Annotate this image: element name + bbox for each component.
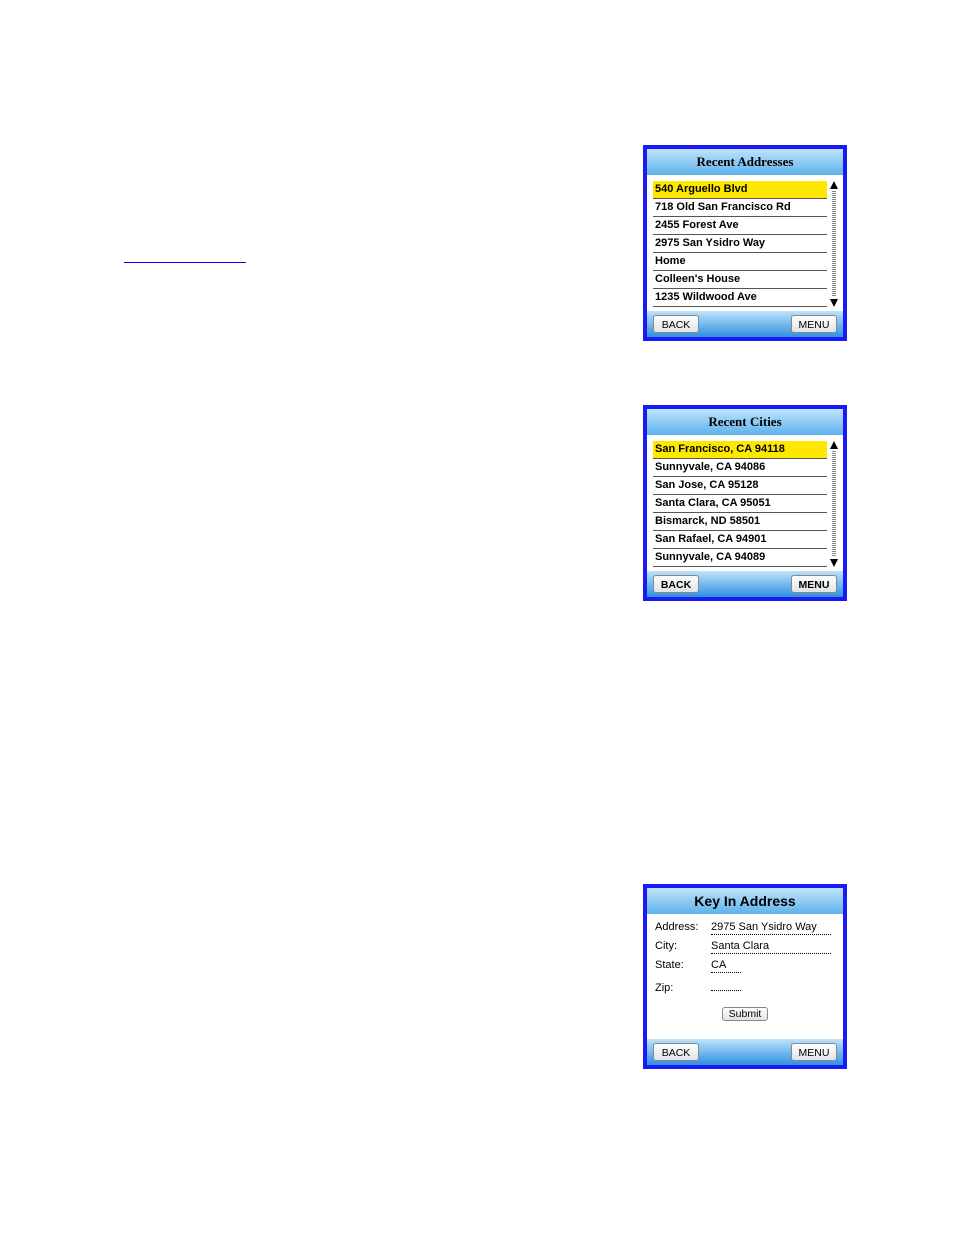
- scroll-up-icon[interactable]: [830, 441, 838, 449]
- list-item[interactable]: Sunnyvale, CA 94086: [653, 459, 827, 477]
- list-item[interactable]: 2975 San Ysidro Way: [653, 235, 827, 253]
- list-item[interactable]: San Francisco, CA 94118: [653, 441, 827, 459]
- list-item[interactable]: 2455 Forest Ave: [653, 217, 827, 235]
- scrollbar[interactable]: [829, 441, 839, 567]
- scroll-down-icon[interactable]: [830, 299, 838, 307]
- zip-label: Zip:: [655, 982, 705, 994]
- city-field[interactable]: Santa Clara: [711, 939, 831, 954]
- scroll-track[interactable]: [832, 451, 836, 557]
- list-item[interactable]: 718 Old San Francisco Rd: [653, 199, 827, 217]
- list-item[interactable]: 540 Arguello Blvd: [653, 181, 827, 199]
- recent-addresses-list: 540 Arguello Blvd 718 Old San Francisco …: [653, 181, 827, 307]
- recent-cities-panel: Recent Cities San Francisco, CA 94118 Su…: [643, 405, 847, 601]
- list-item[interactable]: San Rafael, CA 94901: [653, 531, 827, 549]
- list-item[interactable]: Bismarck, ND 58501: [653, 513, 827, 531]
- scroll-down-icon[interactable]: [830, 559, 838, 567]
- back-button[interactable]: BACK: [653, 315, 699, 333]
- list-item[interactable]: 1235 Wildwood Ave: [653, 289, 827, 307]
- key-in-address-panel: Key In Address Address: 2975 San Ysidro …: [643, 884, 847, 1069]
- state-label: State:: [655, 959, 705, 971]
- list-item[interactable]: Colleen's House: [653, 271, 827, 289]
- recent-addresses-title: Recent Addresses: [647, 149, 843, 175]
- list-item[interactable]: Home: [653, 253, 827, 271]
- scrollbar[interactable]: [829, 181, 839, 307]
- list-item[interactable]: Sunnyvale, CA 94089: [653, 549, 827, 567]
- list-item[interactable]: San Jose, CA 95128: [653, 477, 827, 495]
- back-button[interactable]: BACK: [653, 1043, 699, 1061]
- city-label: City:: [655, 940, 705, 952]
- key-in-address-title: Key In Address: [647, 888, 843, 914]
- address-field[interactable]: 2975 San Ysidro Way: [711, 920, 831, 935]
- submit-button[interactable]: Submit: [722, 1007, 769, 1021]
- zip-field[interactable]: [711, 977, 741, 991]
- scroll-track[interactable]: [832, 191, 836, 297]
- state-field[interactable]: CA: [711, 958, 741, 973]
- menu-button[interactable]: MENU: [791, 1043, 837, 1061]
- address-label: Address:: [655, 921, 705, 933]
- recent-cities-title: Recent Cities: [647, 409, 843, 435]
- list-item[interactable]: Santa Clara, CA 95051: [653, 495, 827, 513]
- scroll-up-icon[interactable]: [830, 181, 838, 189]
- back-button[interactable]: BACK: [653, 575, 699, 593]
- reference-link[interactable]: [124, 262, 246, 263]
- recent-cities-list: San Francisco, CA 94118 Sunnyvale, CA 94…: [653, 441, 827, 567]
- menu-button[interactable]: MENU: [791, 315, 837, 333]
- menu-button[interactable]: MENU: [791, 575, 837, 593]
- recent-addresses-panel: Recent Addresses 540 Arguello Blvd 718 O…: [643, 145, 847, 341]
